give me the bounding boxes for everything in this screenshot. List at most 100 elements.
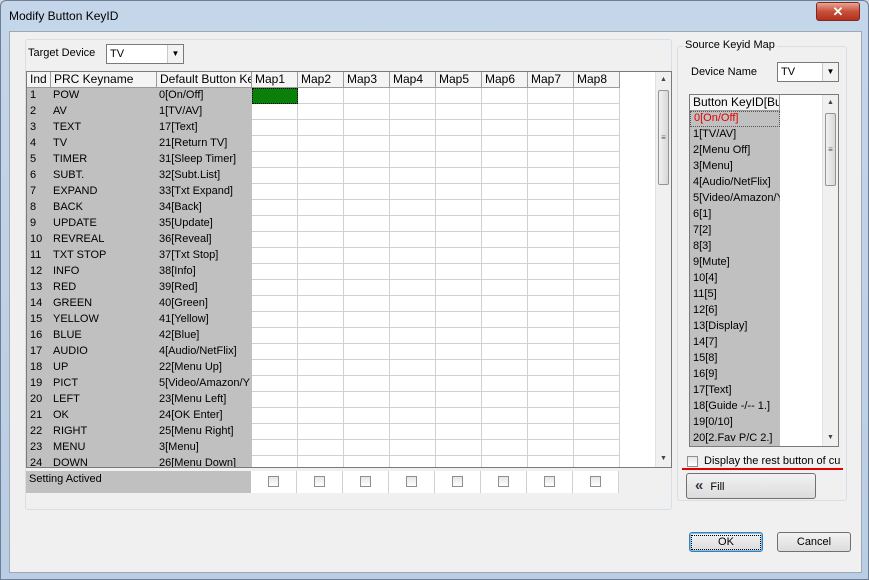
map-cell[interactable] (298, 264, 344, 280)
map-cell[interactable] (344, 328, 390, 344)
table-row[interactable]: 13 RED 39[Red] (27, 280, 620, 296)
map-cell[interactable] (298, 200, 344, 216)
map-cell[interactable] (390, 376, 436, 392)
map-cell[interactable] (390, 360, 436, 376)
column-header[interactable]: Ind (27, 72, 51, 88)
column-header[interactable]: Map6 (482, 72, 528, 88)
list-item[interactable]: 8[3] (690, 239, 780, 255)
map-cell[interactable] (252, 376, 298, 392)
map-cell[interactable] (344, 232, 390, 248)
table-row[interactable]: 11 TXT STOP 37[Txt Stop] (27, 248, 620, 264)
column-header[interactable]: PRC Keyname (51, 72, 157, 88)
map-cell[interactable] (390, 264, 436, 280)
map-cell[interactable] (390, 440, 436, 456)
map-cell[interactable] (528, 200, 574, 216)
map-cell[interactable] (482, 280, 528, 296)
map-cell[interactable] (528, 376, 574, 392)
setting-actived-checkbox[interactable] (406, 476, 417, 487)
map-cell[interactable] (528, 104, 574, 120)
map-cell[interactable] (390, 120, 436, 136)
map-cell[interactable] (574, 408, 620, 424)
setting-actived-checkbox[interactable] (452, 476, 463, 487)
map-cell[interactable] (436, 376, 482, 392)
list-item[interactable]: 16[9] (690, 367, 780, 383)
table-row[interactable]: 19 PICT 5[Video/Amazon/Y (27, 376, 620, 392)
map-cell[interactable] (344, 296, 390, 312)
map-cell[interactable] (344, 200, 390, 216)
source-keyid-list[interactable]: Button KeyID[Bu 0[On/Off] 1[TV/AV] 2[Menu … (689, 94, 839, 447)
map-cell[interactable] (252, 120, 298, 136)
map-cell[interactable] (252, 200, 298, 216)
map-cell[interactable] (528, 232, 574, 248)
setting-actived-checkbox[interactable] (498, 476, 509, 487)
map-cell[interactable] (298, 424, 344, 440)
map-cell[interactable] (252, 312, 298, 328)
table-row[interactable]: 5 TIMER 31[Sleep Timer] (27, 152, 620, 168)
map-cell[interactable] (344, 280, 390, 296)
map-cell[interactable] (298, 248, 344, 264)
map-cell[interactable] (298, 440, 344, 456)
map-cell[interactable] (344, 184, 390, 200)
map-cell[interactable] (252, 440, 298, 456)
map-cell[interactable] (298, 296, 344, 312)
map-cell[interactable] (298, 184, 344, 200)
map-cell[interactable] (574, 216, 620, 232)
map-cell[interactable] (482, 88, 528, 104)
map-cell[interactable] (298, 216, 344, 232)
map-cell[interactable] (252, 456, 298, 467)
list-item[interactable]: 0[On/Off] (690, 111, 780, 127)
map-cell[interactable] (298, 328, 344, 344)
table-row[interactable]: 20 LEFT 23[Menu Left] (27, 392, 620, 408)
table-row[interactable]: 1 POW 0[On/Off] (27, 88, 620, 104)
map-cell[interactable] (252, 184, 298, 200)
grid-scrollbar[interactable]: ▲ ≡ ▼ (655, 72, 671, 467)
map-cell[interactable] (298, 88, 344, 104)
table-row[interactable]: 4 TV 21[Return TV] (27, 136, 620, 152)
list-item[interactable]: 20[2.Fav P/C 2.] (690, 431, 780, 446)
table-row[interactable]: 18 UP 22[Menu Up] (27, 360, 620, 376)
map-cell[interactable] (436, 88, 482, 104)
map-cell[interactable] (252, 152, 298, 168)
setting-actived-checkbox[interactable] (590, 476, 601, 487)
map-cell[interactable] (528, 120, 574, 136)
map-cell[interactable] (528, 168, 574, 184)
map-cell[interactable] (482, 392, 528, 408)
list-item[interactable]: 17[Text] (690, 383, 780, 399)
map-cell[interactable] (390, 344, 436, 360)
table-row[interactable]: 15 YELLOW 41[Yellow] (27, 312, 620, 328)
map-cell[interactable] (528, 312, 574, 328)
map-cell[interactable] (574, 136, 620, 152)
map-cell[interactable] (344, 456, 390, 467)
map-cell[interactable] (528, 280, 574, 296)
map-cell[interactable] (528, 440, 574, 456)
scroll-down-icon[interactable]: ▼ (656, 451, 671, 467)
list-item[interactable]: 9[Mute] (690, 255, 780, 271)
map-cell[interactable] (528, 248, 574, 264)
map-cell[interactable] (528, 344, 574, 360)
map-cell[interactable] (436, 152, 482, 168)
map-cell[interactable] (390, 216, 436, 232)
column-header[interactable]: Map8 (574, 72, 620, 88)
map-cell[interactable] (574, 376, 620, 392)
map-cell[interactable] (574, 88, 620, 104)
close-button[interactable]: ✕ (816, 2, 860, 21)
map-cell[interactable] (482, 200, 528, 216)
grid-scroll-thumb[interactable]: ≡ (658, 90, 669, 185)
table-row[interactable]: 21 OK 24[OK Enter] (27, 408, 620, 424)
map-cell[interactable] (252, 344, 298, 360)
map-cell[interactable] (436, 168, 482, 184)
map-cell[interactable] (390, 456, 436, 467)
chevron-down-icon[interactable]: ▼ (167, 45, 183, 63)
chevron-down-icon[interactable]: ▼ (822, 63, 838, 81)
map-cell[interactable] (344, 424, 390, 440)
table-row[interactable]: 6 SUBT. 32[Subt.List] (27, 168, 620, 184)
map-cell[interactable] (436, 296, 482, 312)
column-header[interactable]: Map1 (252, 72, 298, 88)
list-item[interactable]: 15[8] (690, 351, 780, 367)
map-cell[interactable] (344, 360, 390, 376)
list-item[interactable]: 14[7] (690, 335, 780, 351)
display-rest-checkbox[interactable] (687, 456, 698, 467)
table-row[interactable]: 17 AUDIO 4[Audio/NetFlix] (27, 344, 620, 360)
map-cell[interactable] (574, 328, 620, 344)
map-cell[interactable] (482, 328, 528, 344)
